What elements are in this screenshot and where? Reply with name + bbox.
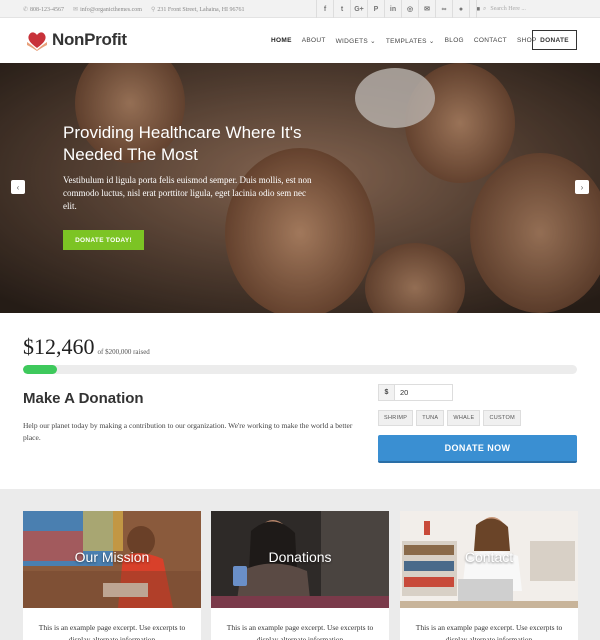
address-info: ⚲ 231 Front Street, Lahaina, HI 96761 [151, 6, 245, 13]
raised-summary: $12,460 of $200,000 raised [23, 334, 150, 360]
search-input[interactable]: ⌕ Search Here ... [476, 0, 576, 18]
instagram-icon[interactable]: ◎ [401, 0, 418, 18]
card-donations[interactable]: Donations This is an example page excerp… [211, 511, 389, 640]
address-text: 231 Front Street, Lahaina, HI 96761 [157, 6, 245, 13]
hero-slider: Providing Healthcare Where It's Needed T… [0, 63, 600, 313]
logo[interactable]: NonProfit [25, 28, 127, 52]
nav-templates-label: TEMPLATES [385, 37, 427, 45]
nav-templates[interactable]: TEMPLATES ⌄ [381, 37, 440, 45]
donate-today-button[interactable]: DONATE TODAY! [63, 230, 144, 250]
card-label: Contact [464, 549, 514, 565]
card-our-mission[interactable]: Our Mission This is an example page exce… [23, 511, 201, 640]
hero-description: Vestibulum id ligula porta felis euismod… [63, 175, 312, 211]
contact-info: ✆ 808-123-4567 ✉ info@organicthemes.com ⚲ 2… [23, 0, 245, 18]
contact-icon[interactable]: ✉ [418, 0, 435, 18]
slider-next-arrow[interactable]: › [575, 180, 589, 194]
facebook-icon[interactable]: f [316, 0, 333, 18]
nav-widgets[interactable]: WIDGETS ⌄ [331, 37, 381, 45]
donation-title: Make A Donation [23, 390, 144, 407]
card-label: Our Mission [74, 549, 150, 565]
search-icon: ⌕ [483, 5, 487, 12]
google-plus-icon[interactable]: G+ [350, 0, 367, 18]
nav-contact[interactable]: CONTACT [469, 37, 512, 44]
donation-description: Help our planet today by making a contri… [23, 421, 353, 442]
card-image[interactable]: Our Mission [23, 511, 201, 608]
chevron-down-icon: ⌄ [370, 37, 376, 45]
amount-value[interactable]: 20 [395, 385, 408, 400]
top-bar: ✆ 808-123-4567 ✉ info@organicthemes.com ⚲ 2… [0, 0, 600, 18]
pinterest-icon[interactable]: P [367, 0, 384, 18]
preset-custom-button[interactable]: CUSTOM [483, 410, 521, 426]
currency-symbol: $ [379, 385, 395, 400]
flickr-icon[interactable]: ● [452, 0, 469, 18]
card-image[interactable]: Contact [400, 511, 578, 608]
mail-icon: ✉ [73, 6, 79, 13]
nav-about[interactable]: ABOUT [297, 37, 331, 44]
donation-progress-bar [23, 365, 577, 374]
phone-icon: ✆ [23, 6, 29, 13]
hero-title: Providing Healthcare Where It's Needed T… [63, 123, 302, 164]
card-contact[interactable]: Contact This is an example page excerpt.… [400, 511, 578, 640]
heart-hands-icon [27, 32, 47, 51]
card-label: Donations [268, 549, 332, 565]
preset-whale-button[interactable]: WHALE [447, 410, 481, 426]
email-info[interactable]: ✉ info@organicthemes.com [73, 6, 142, 13]
raised-goal-text: of $200,000 raised [97, 348, 150, 356]
main-nav: HOME ABOUT WIDGETS ⌄ TEMPLATES ⌄ BLOG CO… [266, 18, 577, 63]
logo-text: NonProfit [52, 30, 127, 49]
linkedin-icon[interactable]: in [384, 0, 401, 18]
donation-presets: SHRIMP TUNA WHALE CUSTOM [378, 410, 521, 426]
search-placeholder: Search Here ... [490, 6, 526, 12]
card-excerpt: This is an example page excerpt. Use exc… [415, 623, 563, 640]
nav-widgets-label: WIDGETS [335, 37, 369, 45]
raised-amount: $12,460 [23, 334, 95, 359]
social-links: f t G+ P in ◎ ✉ ∞ ● ■ [316, 0, 486, 18]
donation-amount-input[interactable]: $ 20 [378, 384, 453, 401]
slider-prev-arrow[interactable]: ‹ [11, 180, 25, 194]
header-donate-button[interactable]: DONATE [532, 30, 577, 50]
twitter-icon[interactable]: t [333, 0, 350, 18]
nav-blog[interactable]: BLOG [440, 37, 469, 44]
preset-shrimp-button[interactable]: SHRIMP [378, 410, 414, 426]
link-icon[interactable]: ∞ [435, 0, 452, 18]
phone-text: 808-123-4567 [30, 6, 65, 13]
card-excerpt: This is an example page excerpt. Use exc… [226, 623, 374, 640]
nav-home[interactable]: HOME [266, 37, 297, 44]
location-icon: ⚲ [150, 6, 156, 13]
donate-now-button[interactable]: DONATE NOW [378, 435, 577, 463]
preset-tuna-button[interactable]: TUNA [416, 410, 445, 426]
phone-info: ✆ 808-123-4567 [23, 6, 64, 13]
chevron-down-icon: ⌄ [428, 37, 435, 45]
progress-fill [23, 365, 58, 374]
card-image[interactable]: Donations [211, 511, 389, 608]
card-excerpt: This is an example page excerpt. Use exc… [38, 623, 186, 640]
email-text[interactable]: info@organicthemes.com [80, 7, 142, 13]
site-header: NonProfit HOME ABOUT WIDGETS ⌄ TEMPLATES… [0, 18, 600, 63]
